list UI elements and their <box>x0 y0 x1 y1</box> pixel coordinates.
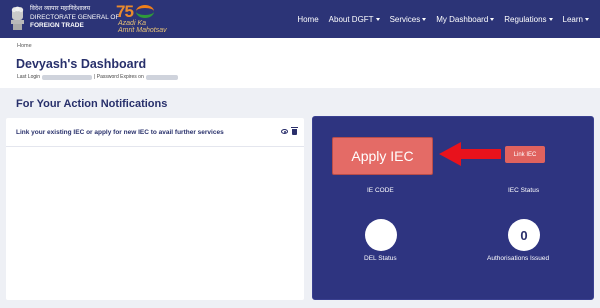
last-login-label: Last Login <box>17 74 41 80</box>
nav-services[interactable]: Services <box>385 15 432 24</box>
azadi-line1: Azadi Ka <box>118 20 147 27</box>
nav-my-dashboard[interactable]: My Dashboard <box>431 15 499 24</box>
redacted-password-expiry <box>145 74 178 80</box>
notifications-panel: Link your existing IEC or apply for new … <box>6 118 304 300</box>
nav-home[interactable]: Home <box>292 15 323 24</box>
dgft-brand[interactable]: विदेश व्यापार महानिदेशालय DIRECTORATE GE… <box>30 5 119 31</box>
iec-panel: Apply IEC Link IEC IE CODE IEC Status 0 … <box>312 116 594 300</box>
org-name-line1: DIRECTORATE GENERAL OF <box>30 13 120 21</box>
nav-regulations[interactable]: Regulations <box>499 15 557 24</box>
top-navbar: विदेश व्यापार महानिदेशालय DIRECTORATE GE… <box>0 0 600 38</box>
notifications-heading: For Your Action Notifications <box>16 98 168 110</box>
azadi-number: 75 <box>116 2 134 21</box>
red-arrow-icon <box>439 142 501 166</box>
azadi-line2: Amrit Mahotsav <box>118 27 167 34</box>
org-name-line2: FOREIGN TRADE <box>30 22 84 29</box>
iec-status-label: IEC Status <box>508 187 540 194</box>
nav-learn[interactable]: Learn <box>558 15 594 24</box>
notification-actions <box>281 127 298 135</box>
authorisations-count: 0 <box>508 219 540 251</box>
dashboard-header: Home Devyash's Dashboard Last Login | Pa… <box>0 38 600 88</box>
national-emblem-icon <box>11 6 24 30</box>
chevron-down-icon <box>585 17 589 21</box>
chevron-down-icon <box>548 17 553 21</box>
chevron-down-icon <box>422 17 427 21</box>
page-title: Devyash's Dashboard <box>16 57 147 71</box>
main-nav: Home About DGFT Services My Dashboard Re… <box>292 0 594 38</box>
del-status-indicator <box>365 219 397 251</box>
notification-text: Link your existing IEC or apply for new … <box>16 129 224 136</box>
ie-code-label: IE CODE <box>367 187 394 194</box>
chevron-down-icon <box>375 17 380 21</box>
login-info: Last Login | Password Expires on <box>17 74 178 80</box>
azadi-ka-amrit-mahotsav-logo: 75 Azadi Ka Amrit Mahotsav <box>116 2 168 36</box>
del-status-label: DEL Status <box>364 255 397 262</box>
org-hindi-name: विदेश व्यापार महानिदेशालय <box>30 5 91 12</box>
link-iec-button[interactable]: Link IEC <box>505 146 545 163</box>
trash-icon[interactable] <box>291 127 298 135</box>
nav-about-dgft[interactable]: About DGFT <box>324 15 385 24</box>
authorisations-label: Authorisations Issued <box>487 255 550 262</box>
list-item: Link your existing IEC or apply for new … <box>6 118 304 147</box>
redacted-last-login <box>42 74 93 80</box>
eye-icon[interactable] <box>281 129 288 134</box>
password-expires-label: | Password Expires on <box>94 74 144 80</box>
tricolor-flag-icon <box>136 5 154 18</box>
apply-iec-button[interactable]: Apply IEC <box>332 137 433 175</box>
chevron-down-icon <box>490 17 495 21</box>
breadcrumb[interactable]: Home <box>17 43 32 49</box>
